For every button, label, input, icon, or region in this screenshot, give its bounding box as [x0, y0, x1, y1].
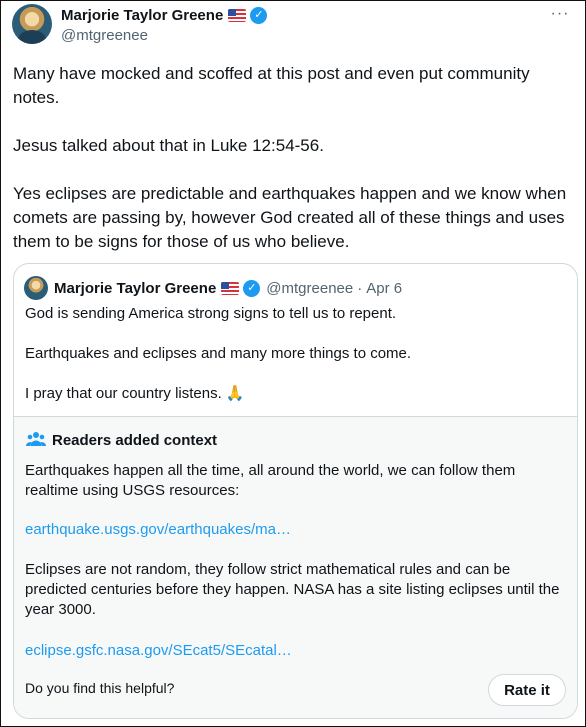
quoted-author-avatar — [24, 276, 48, 300]
verified-badge-icon: ✓ — [243, 279, 261, 297]
author-name[interactable]: Marjorie Taylor Greene — [61, 7, 223, 24]
dot-separator: · — [357, 279, 363, 297]
quoted-post[interactable]: Marjorie Taylor Greene ✓ @mtgreenee · Ap… — [13, 263, 578, 719]
author-avatar[interactable] — [12, 4, 52, 44]
note-source-link[interactable]: earthquake.usgs.gov/earthquakes/ma… — [25, 521, 291, 538]
note-source-link[interactable]: eclipse.gsfc.nasa.gov/SEcat5/SEcatal… — [25, 642, 292, 659]
avatar-figure — [18, 30, 46, 44]
us-flag-icon — [228, 8, 247, 22]
quoted-post-text: God is sending America strong signs to t… — [25, 305, 412, 402]
tweet-card: Marjorie Taylor Greene ✓ @mtgreenee ··· … — [0, 0, 586, 727]
more-options-icon[interactable]: ··· — [549, 6, 571, 23]
community-note-title: Readers added context — [52, 432, 218, 449]
us-flag-icon — [221, 281, 240, 295]
author-handle[interactable]: @mtgreenee — [61, 27, 148, 44]
author-name-row: Marjorie Taylor Greene ✓ — [61, 6, 268, 24]
helpful-prompt: Do you find this helpful? — [25, 680, 175, 696]
quoted-author-handle: @mtgreenee — [266, 279, 354, 297]
note-paragraph: Earthquakes happen all the time, all aro… — [25, 462, 516, 499]
quoted-post-date: Apr 6 — [366, 279, 403, 297]
community-note: Readers added context Earthquakes happen… — [14, 416, 577, 718]
note-paragraph: Eclipses are not random, they follow str… — [25, 561, 560, 618]
rate-it-button[interactable]: Rate it — [488, 674, 566, 706]
verified-badge-icon[interactable]: ✓ — [250, 6, 268, 24]
post-text: Many have mocked and scoffed at this pos… — [13, 64, 567, 251]
people-icon — [26, 432, 46, 446]
quoted-author-name: Marjorie Taylor Greene — [54, 279, 217, 297]
quoted-post-header: Marjorie Taylor Greene ✓ @mtgreenee · Ap… — [54, 278, 402, 298]
